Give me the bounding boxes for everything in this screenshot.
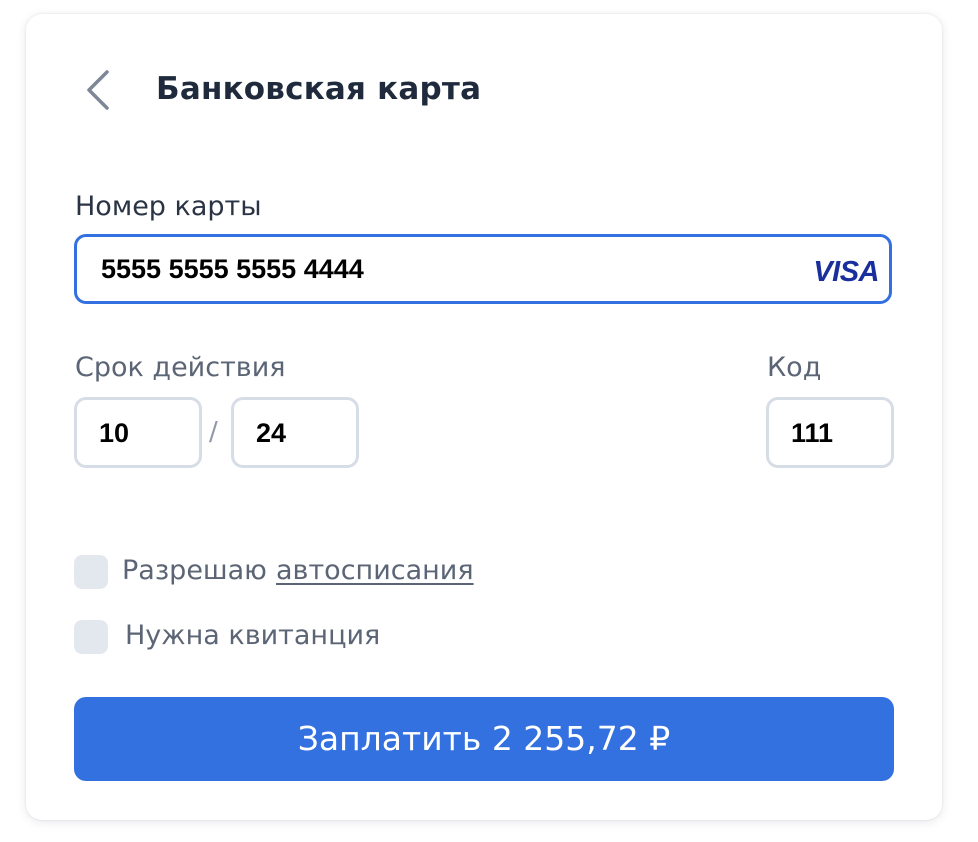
expiry-month-input[interactable]: 10 — [74, 397, 202, 468]
autopay-link[interactable]: автосписания — [276, 553, 474, 589]
chevron-left-icon — [87, 70, 109, 110]
autopay-label: Разрешаю — [122, 555, 267, 586]
expiry-year-input[interactable]: 24 — [231, 397, 359, 468]
cvc-input[interactable]: 111 — [766, 397, 894, 468]
cvc-label: Код — [767, 352, 822, 383]
autopay-checkbox[interactable] — [74, 555, 108, 589]
payment-card: Банковская карта Номер карты 5555 5555 5… — [26, 14, 942, 820]
card-number-input[interactable]: 5555 5555 5555 4444 VISA — [74, 234, 892, 304]
card-number-value: 5555 5555 5555 4444 — [101, 254, 364, 284]
expiry-month-value: 10 — [99, 418, 130, 448]
visa-logo: VISA — [813, 256, 879, 288]
expiry-year-value: 24 — [256, 418, 287, 448]
pay-button[interactable]: Заплатить 2 255,72 ₽ — [74, 697, 894, 781]
card-number-label: Номер карты — [75, 191, 262, 222]
page-title: Банковская карта — [156, 71, 482, 107]
expiry-label: Срок действия — [75, 352, 286, 383]
back-button[interactable] — [82, 66, 118, 114]
receipt-label: Нужна квитанция — [125, 620, 381, 651]
receipt-checkbox[interactable] — [74, 620, 108, 654]
cvc-value: 111 — [791, 418, 834, 448]
expiry-separator: / — [209, 417, 218, 447]
